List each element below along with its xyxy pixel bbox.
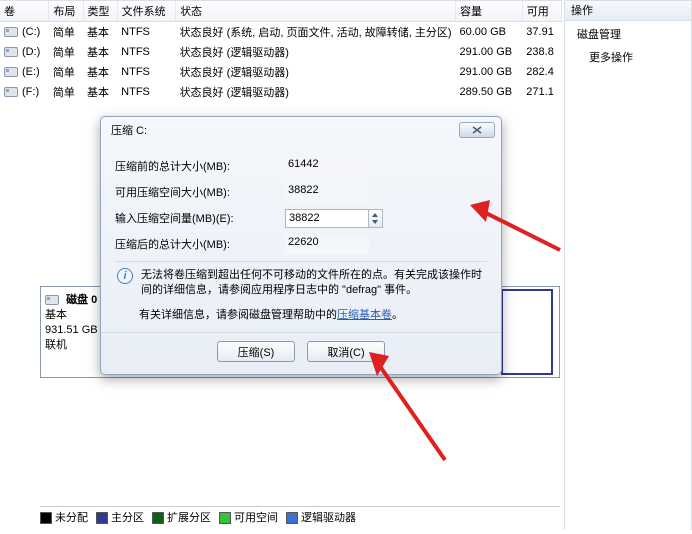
swatch-icon — [286, 512, 298, 524]
table-row[interactable]: (E:)简单基本NTFS状态良好 (逻辑驱动器)291.00 GB282.4 — [0, 62, 562, 82]
volume-icon — [4, 67, 18, 77]
volume-icon — [4, 87, 18, 97]
shrink-dialog: 压缩 C: 压缩前的总计大小(MB):61442 可用压缩空间大小(MB):38… — [100, 116, 502, 375]
disk-icon — [45, 295, 59, 305]
info-icon: i — [117, 268, 133, 284]
col-type[interactable]: 类型 — [83, 1, 117, 22]
disk-block[interactable] — [501, 289, 553, 375]
label-total-after: 压缩后的总计大小(MB): — [115, 236, 285, 252]
swatch-icon — [40, 512, 52, 524]
table-row[interactable]: (C:)简单基本NTFS状态良好 (系统, 启动, 页面文件, 活动, 故障转储… — [0, 22, 562, 43]
dialog-buttons: 压缩(S) 取消(C) — [101, 332, 501, 374]
dialog-info: i 无法将卷压缩到超出任何不可移动的文件所在的点。有关完成该操作时间的详细信息，… — [115, 261, 487, 302]
value-total-after: 22620 — [285, 235, 369, 254]
dialog-titlebar[interactable]: 压缩 C: — [101, 117, 501, 143]
col-layout[interactable]: 布局 — [49, 1, 83, 22]
table-row[interactable]: (F:)简单基本NTFS状态良好 (逻辑驱动器)289.50 GB271.1 — [0, 82, 562, 102]
legend-item: 扩展分区 — [152, 509, 211, 525]
legend: 未分配 主分区 扩展分区 可用空间 逻辑驱动器 — [40, 506, 560, 524]
disk-title: 磁盘 0 — [66, 294, 97, 306]
volume-icon — [4, 47, 18, 57]
dialog-body: 压缩前的总计大小(MB):61442 可用压缩空间大小(MB):38822 输入… — [101, 143, 501, 332]
dialog-title: 压缩 C: — [111, 122, 147, 138]
col-free[interactable]: 可用 — [522, 1, 561, 22]
swatch-icon — [219, 512, 231, 524]
disk-state: 联机 — [45, 339, 67, 351]
actions-panel: 操作 磁盘管理 更多操作 — [564, 0, 692, 530]
help-link[interactable]: 压缩基本卷 — [337, 309, 392, 321]
actions-header: 操作 — [565, 1, 691, 21]
legend-item: 未分配 — [40, 509, 88, 525]
col-drive[interactable]: 卷 — [0, 1, 49, 22]
label-total-before: 压缩前的总计大小(MB): — [115, 158, 285, 174]
value-total-before: 61442 — [285, 157, 369, 176]
legend-item: 逻辑驱动器 — [286, 509, 356, 525]
table-row[interactable]: (D:)简单基本NTFS状态良好 (逻辑驱动器)291.00 GB238.8 — [0, 42, 562, 62]
col-status[interactable]: 状态 — [176, 1, 456, 22]
volume-icon — [4, 27, 18, 37]
legend-item: 主分区 — [96, 509, 144, 525]
info-text: 无法将卷压缩到超出任何不可移动的文件所在的点。有关完成该操作时间的详细信息，请参… — [141, 268, 485, 298]
disk-size: 931.51 GB — [45, 324, 98, 336]
cancel-button[interactable]: 取消(C) — [307, 341, 385, 362]
table-header-row: 卷 布局 类型 文件系统 状态 容量 可用 — [0, 1, 562, 22]
swatch-icon — [152, 512, 164, 524]
shrink-button[interactable]: 压缩(S) — [217, 341, 295, 362]
label-available: 可用压缩空间大小(MB): — [115, 184, 285, 200]
actions-link-more[interactable]: 更多操作 — [565, 45, 691, 69]
label-shrink-amount: 输入压缩空间量(MB)(E): — [115, 210, 285, 226]
close-icon — [472, 126, 482, 134]
disk-type: 基本 — [45, 309, 67, 321]
close-button[interactable] — [459, 122, 495, 138]
shrink-amount-input[interactable] — [285, 209, 369, 228]
actions-link-disk-mgmt[interactable]: 磁盘管理 — [565, 21, 691, 45]
swatch-icon — [96, 512, 108, 524]
spinner[interactable] — [369, 209, 383, 228]
col-fs[interactable]: 文件系统 — [117, 1, 175, 22]
legend-item: 可用空间 — [219, 509, 278, 525]
value-available: 38822 — [285, 183, 369, 202]
volume-table: 卷 布局 类型 文件系统 状态 容量 可用 (C:)简单基本NTFS状态良好 (… — [0, 1, 562, 102]
dialog-more-info: 有关详细信息，请参阅磁盘管理帮助中的压缩基本卷。 — [115, 302, 487, 330]
col-capacity[interactable]: 容量 — [456, 1, 523, 22]
